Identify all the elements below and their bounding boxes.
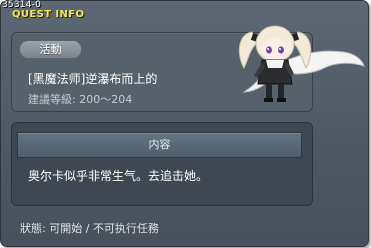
- quest-category-tag: 活動: [19, 40, 82, 59]
- recommended-level: 建議等級: 200～204: [28, 93, 133, 106]
- quest-status: 狀態: 可開始 / 不可执行任務: [20, 222, 159, 235]
- npc-portrait-icon: [232, 14, 368, 110]
- window-title: QUEST INFO: [12, 9, 85, 20]
- quest-name: [黑魔法师]逆瀑布而上的: [28, 72, 158, 86]
- content-header: 内容: [17, 132, 302, 158]
- quest-description: 奥尔卡似乎非常生气。去追击她。: [28, 169, 209, 183]
